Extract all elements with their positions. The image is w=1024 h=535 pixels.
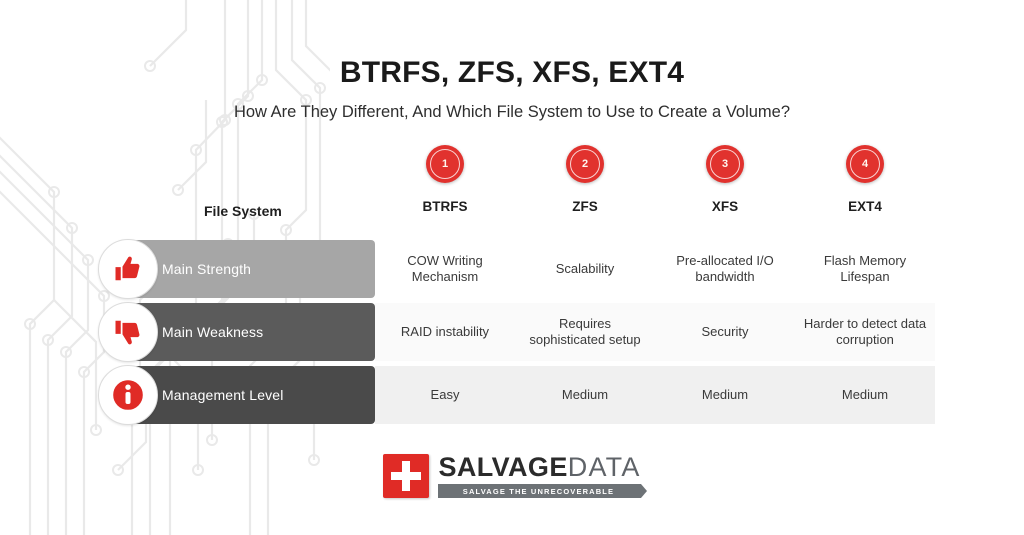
info-icon [98, 365, 158, 425]
row-label-bar: Main Strength [98, 239, 375, 299]
step-number: 3 [721, 157, 729, 170]
logo-wordmark: SALVAGEDATA [438, 452, 640, 482]
info-glyph [110, 377, 146, 413]
table-cell: Medium [701, 386, 749, 402]
thumbs-down-glyph [115, 320, 140, 345]
table-cell: Security [701, 323, 749, 339]
cross-vertical-bar [402, 461, 411, 491]
table-cell: COW Writing Mechanism [407, 252, 483, 284]
page-subtitle: How Are They Different, And Which File S… [233, 103, 791, 121]
brand-logo: SALVAGEDATA SALVAGE THE UNRECOVERABLE [0, 452, 1024, 498]
table-cell: Flash Memory Lifespan [823, 252, 907, 284]
column-header-zfs: 2 ZFS [515, 145, 655, 225]
table-cell: Harder to detect data corruption [803, 315, 927, 347]
step-number: 2 [581, 157, 589, 170]
row-cells: COW Writing Mechanism Scalability Pre-al… [375, 240, 935, 298]
page-title: BTRFS, ZFS, XFS, EXT4 [339, 56, 685, 89]
step-number-badge: 3 [706, 145, 744, 183]
file-system-label: File System [204, 203, 282, 219]
logo-word-secondary: DATA [567, 452, 641, 482]
step-number-badge: 1 [426, 145, 464, 183]
table-row: RAID instability Requires sophisticated … [0, 302, 1024, 365]
step-number-badge: 4 [846, 145, 884, 183]
table-cell: Medium [841, 386, 889, 402]
thumbs-up-icon [98, 239, 158, 299]
table-cell: RAID instability [400, 323, 490, 339]
comparison-table-body: COW Writing Mechanism Scalability Pre-al… [0, 239, 1024, 429]
row-label: Main Strength [162, 261, 252, 277]
column-header-btrfs: 1 BTRFS [375, 145, 515, 225]
logo-tagline-ribbon: SALVAGE THE UNRECOVERABLE [438, 484, 647, 498]
step-number: 1 [441, 157, 449, 170]
row-cells: RAID instability Requires sophisticated … [375, 303, 935, 361]
column-header-ext4: 4 EXT4 [795, 145, 935, 225]
thumbs-down-icon [98, 302, 158, 362]
row-label: Management Level [162, 387, 284, 403]
table-row: Easy Medium Medium Medium Management Lev… [0, 365, 1024, 428]
logo-tagline: SALVAGE THE UNRECOVERABLE [462, 486, 615, 496]
table-cell: Requires sophisticated setup [529, 315, 641, 347]
row-label: Main Weakness [162, 324, 264, 340]
step-number: 4 [861, 157, 869, 170]
row-cells: Easy Medium Medium Medium [375, 366, 935, 424]
table-cell: Medium [561, 386, 609, 402]
column-name: BTRFS [422, 199, 468, 214]
logo-word-primary: SALVAGE [438, 452, 568, 482]
row-label-bar: Management Level [98, 365, 375, 425]
column-header-xfs: 3 XFS [655, 145, 795, 225]
column-name: ZFS [572, 199, 598, 214]
thumbs-up-glyph [115, 256, 140, 281]
column-name: XFS [711, 199, 739, 214]
red-cross-mark-icon [383, 454, 430, 498]
infographic-header: BTRFS, ZFS, XFS, EXT4 How Are They Diffe… [0, 0, 1024, 122]
table-column-headers: 1 BTRFS 2 ZFS 3 XFS 4 EXT4 [375, 145, 935, 225]
step-number-badge: 2 [566, 145, 604, 183]
table-row: COW Writing Mechanism Scalability Pre-al… [0, 239, 1024, 302]
table-cell: Pre-allocated I/O bandwidth [676, 252, 774, 284]
table-cell: Scalability [555, 260, 615, 276]
table-cell: Easy [430, 386, 460, 402]
column-name: EXT4 [848, 199, 882, 214]
row-label-bar: Main Weakness [98, 302, 375, 362]
